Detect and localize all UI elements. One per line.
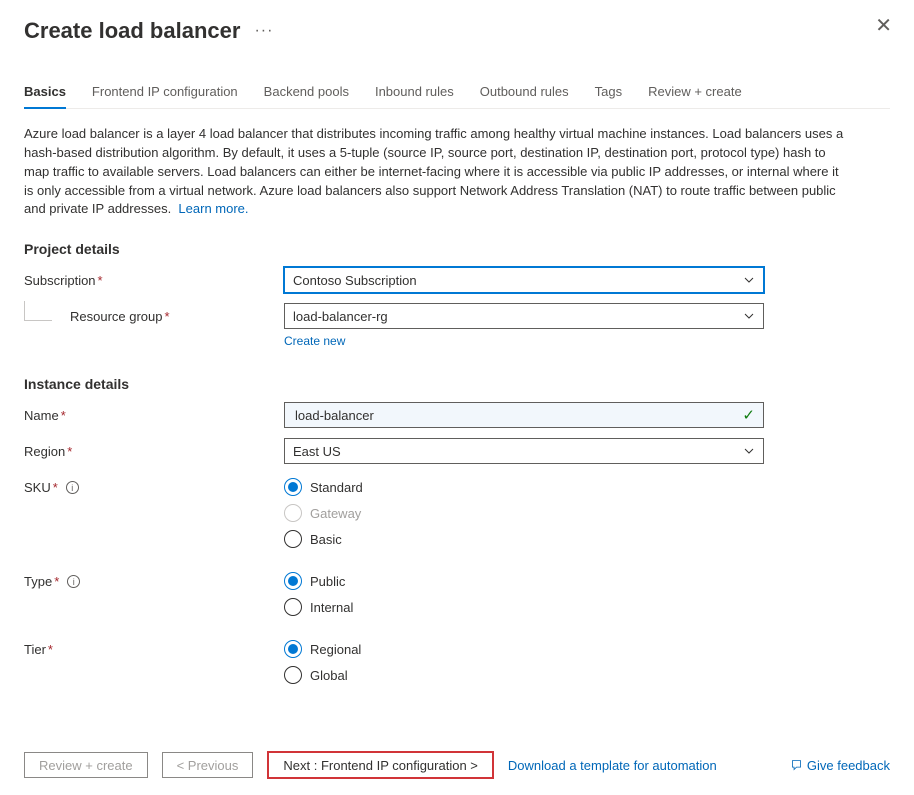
tier-radio-regional[interactable]: Regional (284, 640, 361, 658)
previous-button[interactable]: < Previous (162, 752, 254, 778)
tab-basics[interactable]: Basics (24, 84, 66, 109)
subscription-value: Contoso Subscription (293, 273, 417, 288)
tier-radio-global[interactable]: Global (284, 666, 361, 684)
sku-label: SKU* i (24, 478, 284, 495)
subscription-select[interactable]: Contoso Subscription (284, 267, 764, 293)
close-icon[interactable]: ✕ (875, 16, 892, 36)
indent-line (24, 301, 52, 321)
chevron-down-icon (743, 445, 755, 457)
type-radio-public[interactable]: Public (284, 572, 353, 590)
page-title: Create load balancer (24, 18, 240, 44)
chevron-down-icon (743, 274, 755, 286)
type-label: Type* i (24, 572, 284, 589)
resource-group-select[interactable]: load-balancer-rg (284, 303, 764, 329)
region-label: Region* (24, 444, 284, 459)
info-icon[interactable]: i (66, 481, 79, 494)
give-feedback-link[interactable]: Give feedback (790, 758, 890, 773)
more-options-icon[interactable]: ··· (254, 22, 273, 40)
name-label: Name* (24, 408, 284, 423)
feedback-icon (790, 759, 803, 772)
subscription-label: Subscription* (24, 273, 284, 288)
region-value: East US (293, 444, 341, 459)
description-body: Azure load balancer is a layer 4 load ba… (24, 126, 843, 216)
section-instance-details: Instance details (24, 376, 890, 392)
name-input[interactable] (293, 407, 742, 424)
type-radio-internal[interactable]: Internal (284, 598, 353, 616)
tab-bar: Basics Frontend IP configuration Backend… (24, 84, 890, 109)
create-new-link[interactable]: Create new (284, 334, 345, 348)
resource-group-value: load-balancer-rg (293, 309, 388, 324)
chevron-down-icon (743, 310, 755, 322)
tab-backend-pools[interactable]: Backend pools (264, 84, 349, 108)
tab-inbound-rules[interactable]: Inbound rules (375, 84, 454, 108)
next-button[interactable]: Next : Frontend IP configuration > (267, 751, 494, 779)
region-select[interactable]: East US (284, 438, 764, 464)
tab-frontend-ip[interactable]: Frontend IP configuration (92, 84, 238, 108)
validation-check-icon: ✓ (742, 406, 755, 424)
section-project-details: Project details (24, 241, 890, 257)
info-icon[interactable]: i (67, 575, 80, 588)
sku-radio-gateway: Gateway (284, 504, 363, 522)
resource-group-label: Resource group* (24, 309, 284, 324)
review-create-button[interactable]: Review + create (24, 752, 148, 778)
name-input-container: ✓ (284, 402, 764, 428)
learn-more-link[interactable]: Learn more. (178, 201, 248, 216)
sku-radio-basic[interactable]: Basic (284, 530, 363, 548)
tab-tags[interactable]: Tags (595, 84, 622, 108)
footer-bar: Review + create < Previous Next : Fronte… (24, 751, 890, 779)
tab-outbound-rules[interactable]: Outbound rules (480, 84, 569, 108)
tab-review-create[interactable]: Review + create (648, 84, 742, 108)
download-template-link[interactable]: Download a template for automation (508, 758, 717, 773)
description-text: Azure load balancer is a layer 4 load ba… (24, 125, 844, 219)
tier-label: Tier* (24, 640, 284, 657)
sku-radio-standard[interactable]: Standard (284, 478, 363, 496)
